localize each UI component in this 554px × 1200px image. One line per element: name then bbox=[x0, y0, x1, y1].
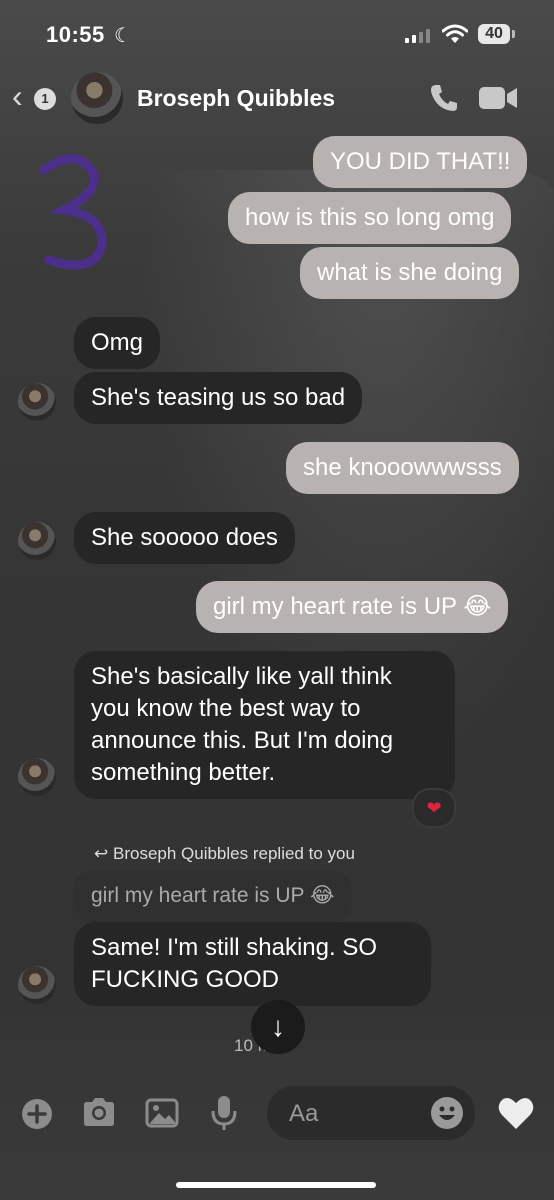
battery-tip bbox=[512, 30, 515, 38]
outgoing-message[interactable]: girl my heart rate is UP 😂 bbox=[196, 581, 509, 633]
gallery-icon[interactable] bbox=[145, 1098, 179, 1128]
clock: 10:55 bbox=[46, 22, 105, 47]
message-line: announce this. But I'm doing bbox=[91, 727, 394, 754]
reply-arrow-icon: ↩ bbox=[94, 844, 109, 863]
outgoing-message[interactable]: YOU DID THAT!! bbox=[313, 136, 528, 188]
outgoing-message[interactable]: she knooowwwsss bbox=[286, 442, 519, 494]
microphone-icon[interactable] bbox=[210, 1094, 238, 1132]
heart-like-icon[interactable] bbox=[497, 1095, 535, 1131]
reply-note-text: Broseph Quibbles replied to you bbox=[112, 844, 355, 863]
cellular-signal-icon bbox=[405, 27, 430, 43]
plus-icon[interactable] bbox=[21, 1098, 53, 1130]
home-indicator bbox=[176, 1182, 376, 1188]
wifi-icon bbox=[442, 24, 468, 43]
message-line: She's basically like yall think bbox=[91, 663, 392, 690]
contact-name[interactable]: Broseph Quibbles bbox=[137, 85, 335, 112]
message-input-placeholder: Aa bbox=[289, 1100, 319, 1127]
quoted-message[interactable]: girl my heart rate is UP 😂 bbox=[74, 870, 352, 922]
moon-icon: ☾ bbox=[114, 25, 132, 47]
message-line: you know the best way to bbox=[91, 695, 361, 722]
status-bar: 10:55 ☾ 40 bbox=[0, 0, 554, 70]
phone-icon[interactable] bbox=[428, 82, 460, 114]
message-line: Same! I'm still shaking. SO bbox=[91, 934, 378, 961]
battery-indicator: 40 bbox=[478, 24, 510, 44]
incoming-message[interactable]: She sooooo does bbox=[74, 512, 295, 564]
back-chevron-icon[interactable]: ‹ bbox=[12, 80, 23, 112]
emoji-icon[interactable] bbox=[431, 1097, 463, 1129]
incoming-message[interactable]: She's teasing us so bad bbox=[74, 372, 363, 424]
scroll-to-bottom-button[interactable]: ↓ bbox=[251, 1000, 305, 1054]
incoming-message-multiline[interactable]: Same! I'm still shaking. SO FUCKING GOOD bbox=[74, 922, 431, 1006]
outgoing-message[interactable]: what is she doing bbox=[300, 247, 520, 299]
sender-avatar[interactable] bbox=[18, 966, 56, 1004]
scribble-three-drawing bbox=[39, 154, 107, 270]
camera-icon[interactable] bbox=[81, 1096, 117, 1128]
message-line: FUCKING GOOD bbox=[91, 966, 280, 993]
outgoing-message[interactable]: how is this so long omg bbox=[228, 192, 512, 244]
message-line: something better. bbox=[91, 759, 276, 786]
incoming-message[interactable]: Omg bbox=[74, 317, 161, 369]
sender-avatar[interactable] bbox=[18, 758, 56, 796]
reply-indicator: ↩ Broseph Quibbles replied to you bbox=[94, 844, 355, 864]
sender-avatar[interactable] bbox=[18, 522, 56, 560]
video-camera-icon[interactable] bbox=[478, 85, 518, 111]
conversation-header: ‹ 1 Broseph Quibbles bbox=[0, 70, 554, 126]
unread-count-badge: 1 bbox=[34, 88, 56, 110]
incoming-message-multiline[interactable]: She's basically like yall think you know… bbox=[74, 651, 455, 799]
contact-avatar[interactable] bbox=[71, 72, 123, 124]
sender-avatar[interactable] bbox=[18, 383, 56, 421]
message-input[interactable]: Aa bbox=[267, 1086, 475, 1140]
heart-reaction-icon[interactable]: ❤ bbox=[412, 788, 456, 828]
